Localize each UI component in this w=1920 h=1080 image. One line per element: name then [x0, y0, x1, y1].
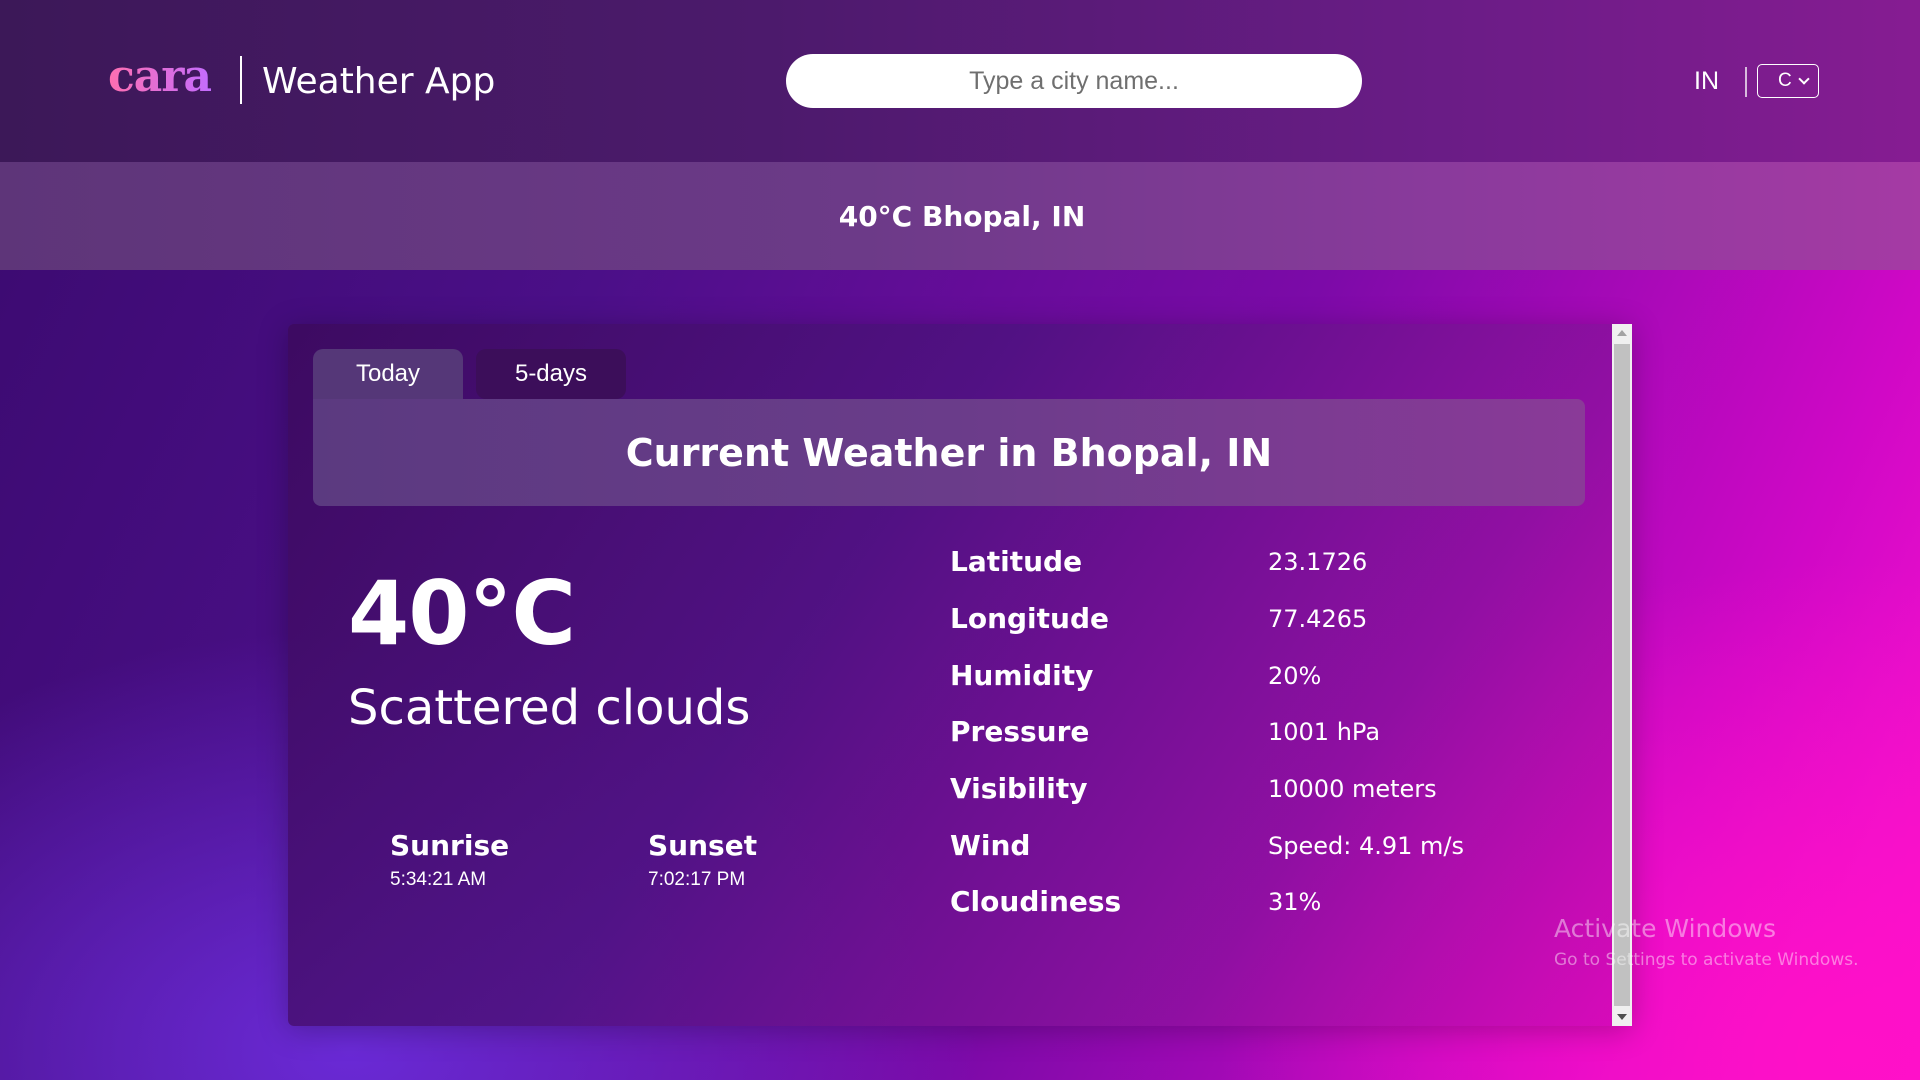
- tab-today[interactable]: Today: [313, 349, 463, 399]
- activate-windows-subtitle: Go to Settings to activate Windows.: [1554, 950, 1859, 970]
- detail-value-longitude: 77.4265: [1268, 605, 1368, 633]
- detail-label-latitude: Latitude: [950, 545, 1083, 578]
- detail-label-cloudiness: Cloudiness: [950, 885, 1122, 918]
- scroll-up-arrow-icon[interactable]: [1617, 330, 1627, 336]
- detail-label-humidity: Humidity: [950, 659, 1094, 692]
- detail-value-latitude: 23.1726: [1268, 548, 1368, 576]
- detail-label-longitude: Longitude: [950, 602, 1110, 635]
- header-divider: [1745, 67, 1747, 97]
- detail-value-pressure: 1001 hPa: [1268, 718, 1381, 746]
- banner-text: 40°C Bhopal, IN: [838, 199, 1086, 233]
- detail-value-cloudiness: 31%: [1268, 888, 1322, 916]
- scroll-down-arrow-icon[interactable]: [1617, 1014, 1627, 1020]
- tab-label: Today: [355, 360, 421, 387]
- sunrise-time: 5:34:21 AM: [390, 869, 487, 890]
- activate-windows-title: Activate Windows: [1554, 914, 1776, 943]
- tab-label: 5-days: [514, 360, 588, 387]
- sunset-time: 7:02:17 PM: [648, 869, 746, 890]
- logo[interactable]: cara: [108, 50, 242, 104]
- country-code: IN: [1694, 67, 1719, 95]
- scrollbar-thumb[interactable]: [1614, 344, 1630, 1006]
- current-weather-title-box: Current Weather in Bhopal, IN: [313, 399, 1585, 506]
- unit-select[interactable]: C: [1757, 64, 1819, 98]
- detail-label-visibility: Visibility: [950, 772, 1088, 805]
- chevron-down-icon: [1798, 72, 1810, 85]
- logo-wordmark: cara: [108, 51, 212, 102]
- unit-select-value: C: [1778, 70, 1792, 91]
- current-weather-title: Current Weather in Bhopal, IN: [625, 430, 1273, 475]
- weather-card: Today 5-days Current Weather in Bhopal, …: [288, 324, 1632, 1026]
- detail-label-wind: Wind: [950, 829, 1031, 862]
- sunrise-label: Sunrise: [390, 829, 510, 862]
- sunset-label: Sunset: [648, 829, 758, 862]
- temperature: 40°C: [348, 562, 576, 665]
- detail-label-pressure: Pressure: [950, 715, 1090, 748]
- logo-divider: [240, 56, 242, 104]
- detail-value-visibility: 10000 meters: [1268, 775, 1437, 803]
- detail-value-humidity: 20%: [1268, 662, 1322, 690]
- tab-5-days[interactable]: 5-days: [476, 349, 626, 399]
- location-banner: 40°C Bhopal, IN: [0, 162, 1920, 270]
- app-title: Weather App: [262, 61, 496, 102]
- weather-description: Scattered clouds: [348, 680, 751, 736]
- city-search-input[interactable]: [786, 54, 1362, 108]
- app-header: cara Weather App IN C: [0, 0, 1920, 162]
- detail-value-wind: Speed: 4.91 m/s: [1268, 832, 1464, 860]
